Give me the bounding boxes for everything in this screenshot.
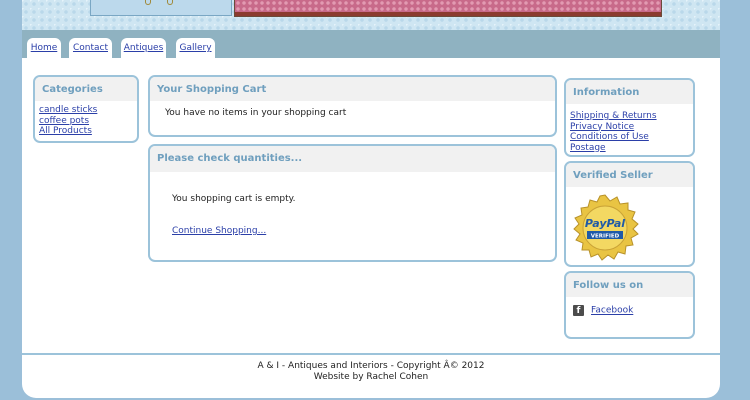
information-list: Shipping & Returns Privacy Notice Condit… (566, 104, 693, 155)
banner-knob (167, 0, 173, 5)
shopping-cart-title: Your Shopping Cart (150, 77, 555, 101)
categories-list: candle sticks coffee pots All Products (35, 101, 137, 141)
information-box: Information Shipping & Returns Privacy N… (564, 78, 695, 157)
follow-us-box: Follow us on f Facebook (564, 271, 695, 339)
verified-seller-box: Verified Seller PayPal VERIFIED (564, 161, 695, 267)
banner-drawer-image (90, 0, 232, 16)
shopping-cart-message: You have no items in your shopping cart (165, 108, 347, 118)
info-link-privacy-notice[interactable]: Privacy Notice (570, 122, 689, 133)
tab-home[interactable]: Home (26, 37, 62, 59)
paypal-verified-badge[interactable]: PayPal VERIFIED (570, 193, 640, 263)
info-link-conditions-of-use[interactable]: Conditions of Use (570, 132, 689, 143)
category-link-coffee-pots[interactable]: coffee pots (39, 116, 133, 127)
tab-antiques[interactable]: Antiques (120, 37, 167, 59)
categories-title: Categories (35, 77, 137, 101)
categories-box: Categories candle sticks coffee pots All… (33, 75, 139, 143)
verified-badge-text: VERIFIED (591, 234, 620, 240)
tab-gallery[interactable]: Gallery (175, 37, 216, 59)
footer-credit: Website by Rachel Cohen (313, 372, 429, 382)
category-link-candle-sticks[interactable]: candle sticks (39, 105, 133, 116)
facebook-icon[interactable]: f (573, 305, 584, 316)
footer-copyright: A & I - Antiques and Interiors - Copyrig… (257, 361, 485, 371)
banner-knob (145, 0, 151, 5)
cart-empty-message: You shopping cart is empty. (172, 194, 296, 204)
facebook-link[interactable]: Facebook (591, 306, 633, 316)
follow-us-title: Follow us on (566, 273, 693, 297)
check-quantities-title: Please check quantities... (150, 146, 555, 172)
verified-seller-title: Verified Seller (566, 163, 693, 187)
info-link-postage[interactable]: Postage (570, 143, 689, 154)
info-link-shipping-returns[interactable]: Shipping & Returns (570, 111, 689, 122)
banner-fabric-image (234, 0, 662, 17)
footer-divider (22, 353, 720, 355)
content-panel: Categories candle sticks coffee pots All… (22, 58, 720, 398)
paypal-badge-text: PayPal (585, 217, 625, 230)
header-banner (22, 0, 720, 30)
continue-shopping-link[interactable]: Continue Shopping... (172, 226, 266, 236)
shopping-cart-box: Your Shopping Cart You have no items in … (148, 75, 557, 137)
check-quantities-box: Please check quantities... You shopping … (148, 144, 557, 262)
nav-bar: Home Contact Antiques Gallery (22, 30, 720, 59)
banner-photo-edge (235, 12, 661, 16)
footer: A & I - Antiques and Interiors - Copyrig… (22, 361, 720, 383)
category-link-all-products[interactable]: All Products (39, 126, 133, 137)
tab-contact[interactable]: Contact (68, 37, 113, 59)
information-title: Information (566, 80, 693, 104)
